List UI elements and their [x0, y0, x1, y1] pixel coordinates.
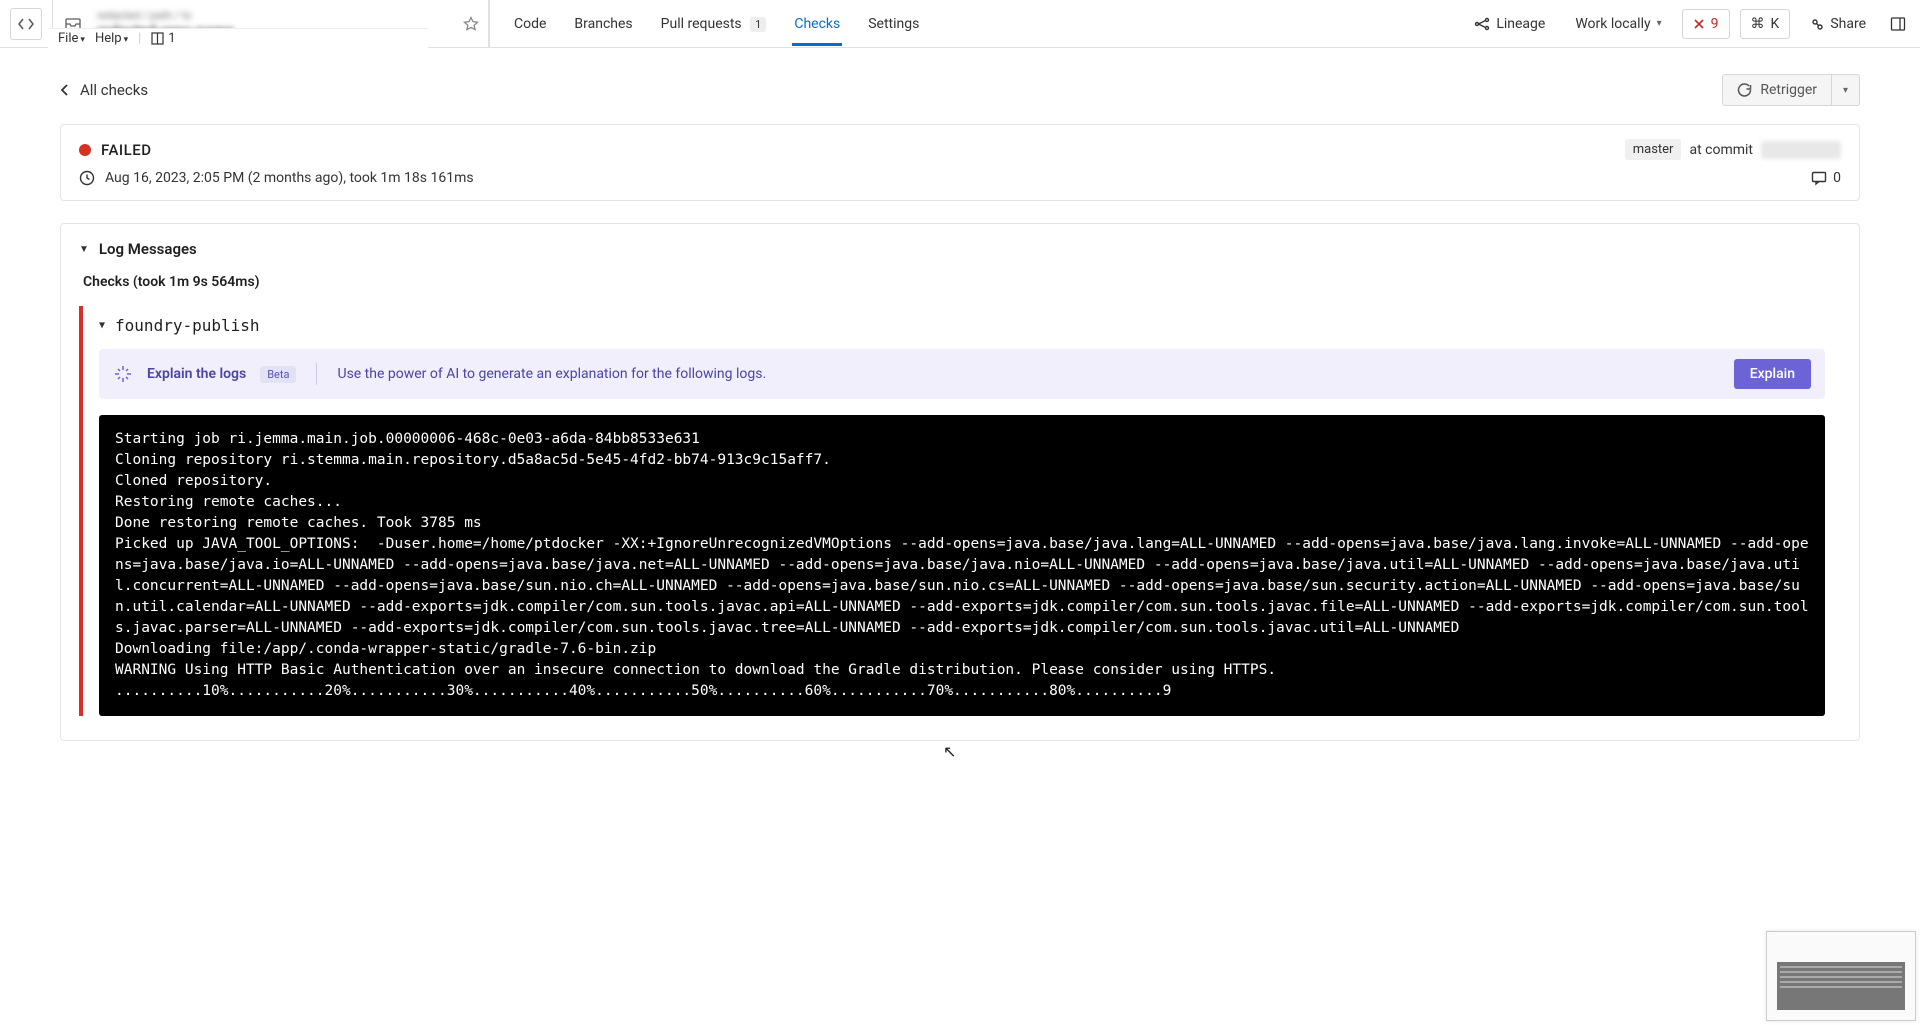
- back-all-checks[interactable]: All checks: [60, 81, 148, 99]
- commit-hash[interactable]: [1761, 141, 1841, 159]
- panel-toggle[interactable]: 1: [151, 31, 175, 46]
- status-badge: FAILED: [101, 141, 152, 159]
- clock-icon: [79, 170, 95, 186]
- lineage-icon: [1474, 16, 1490, 32]
- file-menu[interactable]: File▾: [58, 31, 85, 46]
- chevron-left-icon: [60, 83, 70, 97]
- code-icon[interactable]: [10, 8, 42, 40]
- chevron-down-icon: ▾: [1657, 18, 1662, 29]
- tab-settings[interactable]: Settings: [866, 2, 921, 46]
- beta-badge: Beta: [260, 366, 296, 383]
- status-dot-failed: [79, 144, 91, 156]
- command-icon: ⌘: [1751, 16, 1765, 32]
- share-icon: [1810, 17, 1824, 31]
- lineage-button[interactable]: Lineage: [1464, 9, 1555, 39]
- refresh-icon: [1737, 83, 1752, 98]
- close-icon: [1693, 18, 1705, 30]
- explain-button[interactable]: Explain: [1734, 359, 1811, 389]
- task-header[interactable]: ▼ foundry-publish: [99, 316, 1825, 335]
- star-icon[interactable]: [453, 0, 489, 48]
- errors-button[interactable]: 9: [1682, 9, 1730, 39]
- retrigger-button[interactable]: Retrigger: [1722, 74, 1832, 106]
- minimap[interactable]: [1766, 931, 1916, 1021]
- log-messages-header[interactable]: ▼ Log Messages: [79, 240, 1841, 258]
- help-menu[interactable]: Help▾: [95, 31, 128, 46]
- sparkle-icon: [113, 364, 133, 384]
- explain-logs-bar: Explain the logs Beta Use the power of A…: [99, 349, 1825, 399]
- triangle-down-icon: ▼: [99, 320, 105, 331]
- breadcrumb-path: redacted / path / to: [97, 9, 443, 22]
- pr-count-badge: 1: [750, 17, 766, 32]
- checks-timing: Checks (took 1m 9s 564ms): [83, 274, 1841, 290]
- retrigger-dropdown[interactable]: ▾: [1832, 74, 1860, 106]
- sidebar-toggle[interactable]: [1886, 9, 1910, 39]
- tab-branches[interactable]: Branches: [572, 2, 634, 46]
- tab-code[interactable]: Code: [512, 2, 548, 46]
- branch-pill[interactable]: master: [1625, 139, 1682, 160]
- tab-checks[interactable]: Checks: [792, 2, 842, 46]
- command-k-button[interactable]: ⌘ K: [1740, 9, 1791, 39]
- at-commit-label: at commit: [1689, 142, 1753, 158]
- tab-pull-requests[interactable]: Pull requests 1: [659, 2, 769, 46]
- explain-title: Explain the logs: [147, 366, 246, 382]
- explain-description: Use the power of AI to generate an expla…: [337, 366, 766, 382]
- panel-icon: [1890, 16, 1906, 32]
- comments-button[interactable]: 0: [1811, 170, 1841, 186]
- log-terminal[interactable]: Starting job ri.jemma.main.job.00000006-…: [99, 415, 1825, 716]
- share-button[interactable]: Share: [1800, 9, 1876, 39]
- triangle-down-icon: ▼: [79, 244, 89, 255]
- comment-icon: [1811, 170, 1827, 186]
- work-locally-button[interactable]: Work locally ▾: [1565, 9, 1671, 39]
- chevron-down-icon: ▾: [1843, 85, 1848, 96]
- timestamp: Aug 16, 2023, 2:05 PM (2 months ago), to…: [105, 170, 474, 186]
